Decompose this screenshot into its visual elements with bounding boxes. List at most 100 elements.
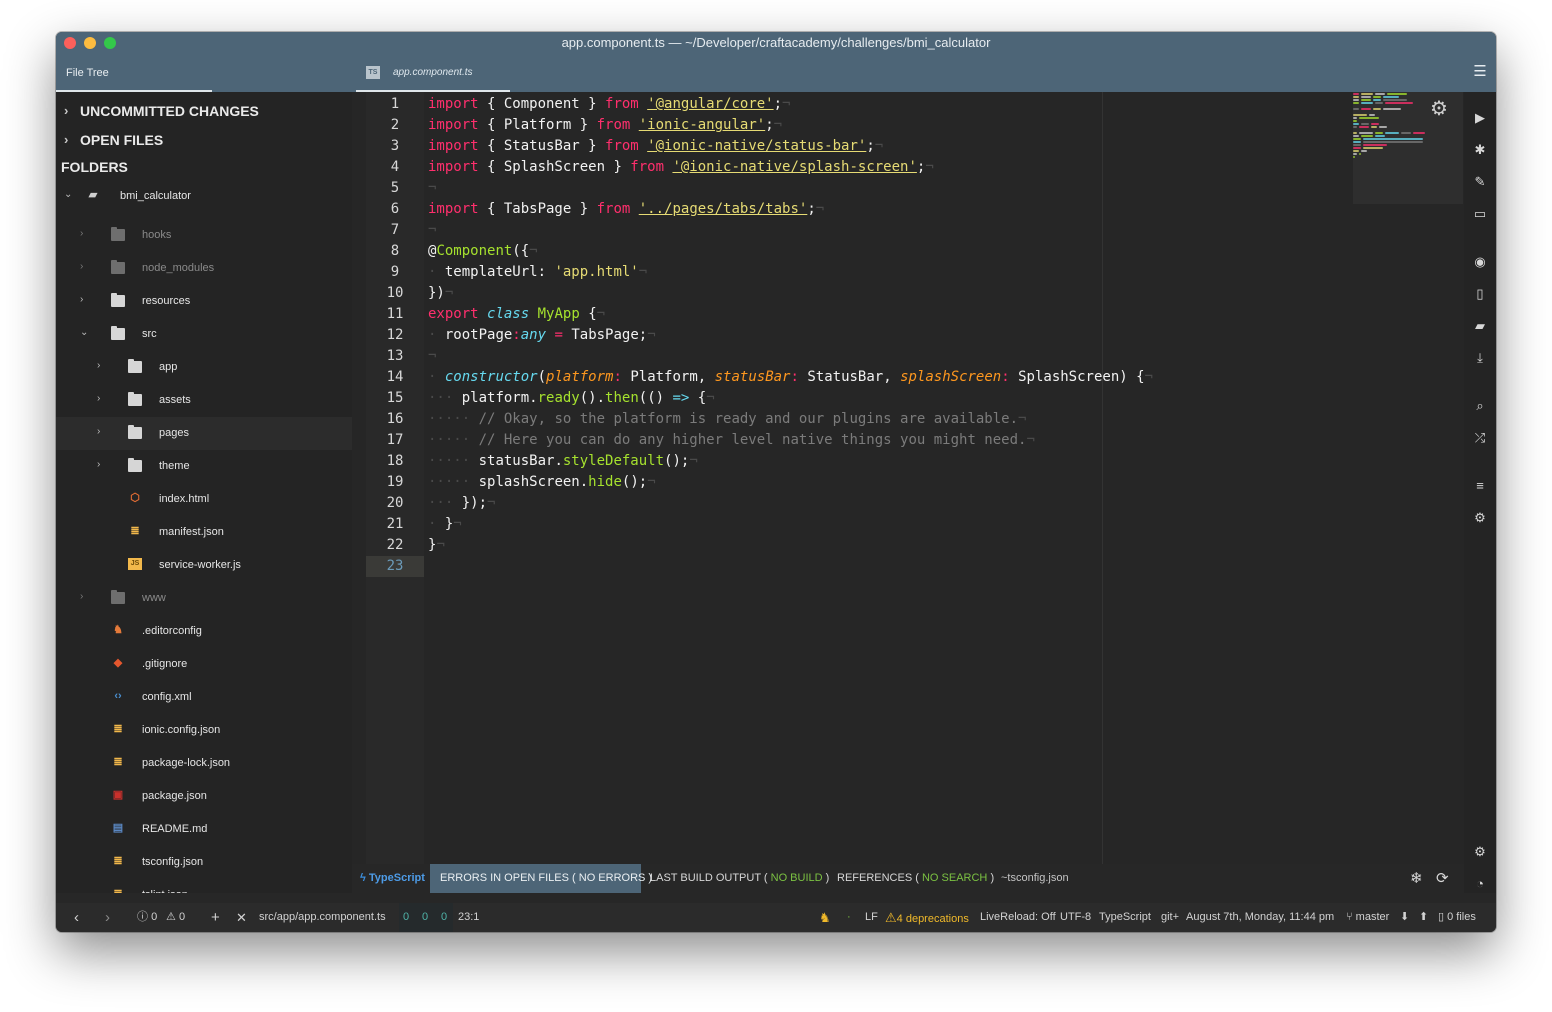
tree-item-resources[interactable]: › resources: [56, 285, 352, 318]
tree-item-hooks[interactable]: › hooks: [56, 219, 352, 252]
code-line[interactable]: · constructor(platform: Platform, status…: [428, 367, 1153, 388]
chevron-right-icon[interactable]: ›: [97, 459, 100, 470]
tree-item-gitignore[interactable]: ◆ .gitignore: [56, 648, 352, 681]
grammar[interactable]: TypeScript: [1099, 903, 1151, 932]
minimize-window-button[interactable]: [84, 37, 96, 49]
gear-icon[interactable]: ⚙: [1464, 844, 1496, 860]
code-line[interactable]: ¬: [428, 178, 436, 199]
tree-item-app[interactable]: › app: [56, 351, 352, 384]
code-line[interactable]: import { SplashScreen } from '@ionic-nat…: [428, 157, 934, 178]
code-line[interactable]: · templateUrl: 'app.html'¬: [428, 262, 647, 283]
tree-item-editorconfig[interactable]: ♞ .editorconfig: [56, 615, 352, 648]
tree-item-bmi-calculator[interactable]: ⌄ ▰ bmi_calculator: [56, 180, 352, 213]
cursor-position[interactable]: 23:1: [458, 903, 479, 932]
forward-arrow-icon[interactable]: ›: [105, 903, 110, 932]
tree-item-pages[interactable]: › pages: [56, 417, 352, 450]
folder-icon[interactable]: ▰: [1464, 318, 1496, 334]
chevron-right-icon[interactable]: ›: [80, 261, 83, 272]
deprecations-button[interactable]: ⚠4 deprecations: [885, 903, 969, 932]
code-line[interactable]: import { StatusBar } from '@ionic-native…: [428, 136, 883, 157]
code-line[interactable]: ··· });¬: [428, 493, 495, 514]
tree-item-assets[interactable]: › assets: [56, 384, 352, 417]
last-build-output-tab[interactable]: LAST BUILD OUTPUT ( NO BUILD ): [650, 864, 829, 893]
code-line[interactable]: · rootPage:any = TabsPage;¬: [428, 325, 656, 346]
tree-item-service-worker-js[interactable]: JS service-worker.js: [56, 549, 352, 582]
code-line[interactable]: @Component({¬: [428, 241, 538, 262]
chevron-right-icon[interactable]: ›: [97, 426, 100, 437]
git-plus-label[interactable]: git+: [1161, 903, 1179, 932]
fetch-down-icon[interactable]: ⬇: [1400, 903, 1409, 932]
terminal-icon[interactable]: ▭: [1464, 206, 1496, 222]
chevron-down-icon[interactable]: ⌄: [80, 327, 88, 338]
close-icon[interactable]: ✕: [236, 903, 247, 932]
snowflake-icon[interactable]: ❄: [1410, 864, 1423, 893]
code-line[interactable]: import { Platform } from 'ionic-angular'…: [428, 115, 782, 136]
line-ending[interactable]: LF: [865, 903, 878, 932]
run-icon[interactable]: ▶: [1464, 110, 1496, 126]
code-line[interactable]: ¬: [428, 346, 436, 367]
code-line[interactable]: ····· // Here you can do any higher leve…: [428, 430, 1035, 451]
typescript-panel-button[interactable]: ϟ TypeScript: [360, 864, 425, 893]
code-line[interactable]: }¬: [428, 535, 445, 556]
tree-item-index-html[interactable]: ⬡ index.html: [56, 483, 352, 516]
warning-count[interactable]: ⚠ 0: [166, 903, 185, 932]
code-line[interactable]: ····· // Okay, so the platform is ready …: [428, 409, 1026, 430]
edit-check-icon[interactable]: ✎: [1464, 174, 1496, 190]
chevron-right-icon[interactable]: ›: [80, 294, 83, 305]
code-line[interactable]: export class MyApp {¬: [428, 304, 605, 325]
tree-item-readme-md[interactable]: ▤ README.md: [56, 813, 352, 846]
menu-lines-icon[interactable]: ≡: [1464, 478, 1496, 493]
code-line[interactable]: })¬: [428, 283, 453, 304]
outline-list-icon[interactable]: ☰: [1464, 54, 1496, 92]
settings-gear-icon[interactable]: ⚙: [1430, 96, 1448, 121]
preview-eye-icon[interactable]: ◉: [1464, 254, 1496, 270]
code-line[interactable]: ··· platform.ready().then(() => {¬: [428, 388, 715, 409]
file-path[interactable]: src/app/app.component.ts: [259, 903, 386, 932]
chevron-right-icon[interactable]: ›: [97, 393, 100, 404]
uncommitted-changes-section[interactable]: › UNCOMMITTED CHANGES: [56, 96, 352, 125]
settings-icon[interactable]: ⚙: [1464, 510, 1496, 526]
chevron-right-icon[interactable]: ›: [97, 360, 100, 371]
code-line[interactable]: ¬: [428, 220, 436, 241]
tree-item-tslint-json[interactable]: ≣ tslint.json: [56, 879, 352, 893]
branch-button[interactable]: ⑂ master: [1346, 903, 1389, 932]
error-count[interactable]: ⓘ 0: [137, 903, 157, 932]
files-counter[interactable]: ▯ 0 files: [1438, 903, 1476, 932]
tab-file-tree[interactable]: File Tree: [56, 54, 212, 92]
debug-bug-icon[interactable]: ✱: [1464, 142, 1496, 158]
code-line[interactable]: ····· splashScreen.hide();¬: [428, 472, 656, 493]
chevron-right-icon[interactable]: ›: [80, 228, 83, 239]
zoom-window-button[interactable]: [104, 37, 116, 49]
tree-item-www[interactable]: › www: [56, 582, 352, 615]
push-up-icon[interactable]: ⬆: [1419, 903, 1428, 932]
tree-item-config-xml[interactable]: ‹› config.xml: [56, 681, 352, 714]
squirrel-icon[interactable]: ♞: [819, 903, 831, 932]
livereload-status[interactable]: LiveReload: Off: [980, 903, 1056, 932]
chevron-down-icon[interactable]: ⌄: [64, 189, 72, 200]
tree-item-ionic-config-json[interactable]: ≣ ionic.config.json: [56, 714, 352, 747]
back-arrow-icon[interactable]: ‹: [74, 903, 79, 932]
search-icon[interactable]: ⌕: [1464, 398, 1496, 414]
errors-panel-tab[interactable]: ERRORS IN OPEN FILES ( NO ERRORS ): [430, 864, 652, 893]
tree-item-package-json[interactable]: ▣ package.json: [56, 780, 352, 813]
add-icon[interactable]: +: [211, 903, 220, 932]
open-files-section[interactable]: › OPEN FILES: [56, 125, 352, 154]
code-line[interactable]: import { Component } from '@angular/core…: [428, 94, 790, 115]
close-window-button[interactable]: [64, 37, 76, 49]
file-icon[interactable]: ▯: [1464, 286, 1496, 302]
shuffle-icon[interactable]: ⤮: [1464, 430, 1496, 446]
tree-item-package-lock-json[interactable]: ≣ package-lock.json: [56, 747, 352, 780]
download-icon[interactable]: ⤓: [1464, 350, 1496, 366]
tree-item-src[interactable]: ⌄ src: [56, 318, 352, 351]
tsconfig-link[interactable]: ~tsconfig.json: [1001, 864, 1069, 893]
tab-app-component[interactable]: TS app.component.ts: [356, 54, 510, 92]
chevron-right-icon[interactable]: ›: [80, 591, 83, 602]
encoding[interactable]: UTF-8: [1060, 903, 1091, 932]
code-line[interactable]: · }¬: [428, 514, 462, 535]
tree-item-manifest-json[interactable]: ≣ manifest.json: [56, 516, 352, 549]
tree-item-theme[interactable]: › theme: [56, 450, 352, 483]
sync-icon[interactable]: ⟳: [1436, 864, 1449, 893]
tree-item-tsconfig-json[interactable]: ≣ tsconfig.json: [56, 846, 352, 879]
tree-item-node-modules[interactable]: › node_modules: [56, 252, 352, 285]
speedometer-icon[interactable]: ◔: [1464, 876, 1496, 891]
